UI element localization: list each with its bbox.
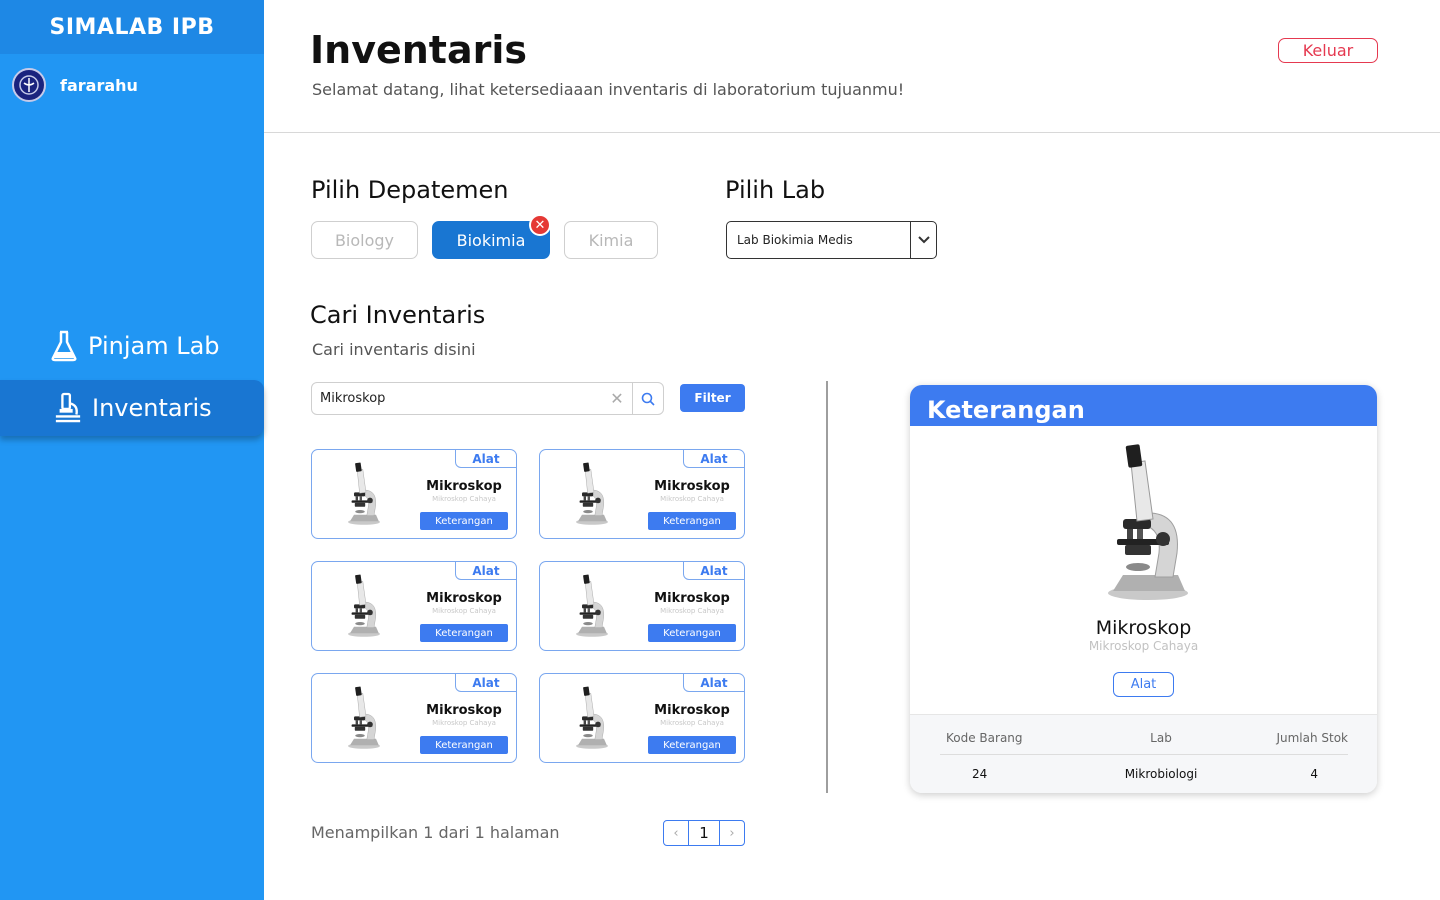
item-type-tag: Alat	[683, 450, 744, 468]
item-name: Mikroskop	[654, 591, 730, 606]
nav-item-pinjam-lab[interactable]: Pinjam Lab	[0, 318, 264, 374]
microscope-image	[342, 462, 382, 526]
username: fararahu	[60, 75, 138, 95]
item-name: Mikroskop	[426, 703, 502, 718]
user-profile[interactable]: fararahu	[12, 68, 138, 102]
inventory-card[interactable]: Alat Mikroskop Mikroskop Cahaya Keterang…	[311, 449, 517, 539]
department-option-biology[interactable]: Biology	[311, 221, 418, 259]
search-subtitle: Cari inventaris disini	[312, 340, 476, 359]
keterangan-button[interactable]: Keterangan	[648, 624, 736, 642]
detail-item-name: Mikroskop	[1095, 617, 1192, 639]
pagination: ‹ 1 ›	[663, 820, 745, 846]
search-input[interactable]	[312, 391, 602, 406]
app-brand: SIMALAB IPB	[0, 0, 264, 54]
column-header-kode-barang: Kode Barang	[946, 731, 1023, 745]
chevron-right-icon[interactable]: ›	[720, 821, 744, 845]
lab-select[interactable]: Lab Biokimia Medis	[726, 221, 937, 259]
lab-select-value: Lab Biokimia Medis	[737, 233, 853, 247]
keterangan-button[interactable]: Keterangan	[648, 512, 736, 530]
item-type-tag: Alat	[683, 562, 744, 580]
search-title: Cari Inventaris	[310, 301, 486, 329]
pagination-current-page[interactable]: 1	[688, 821, 720, 845]
item-subname: Mikroskop Cahaya	[660, 719, 724, 727]
cell-jumlah-stok: 4	[1310, 767, 1318, 781]
inventory-card[interactable]: Alat Mikroskop Mikroskop Cahaya Keterang…	[311, 561, 517, 651]
page-subtitle: Selamat datang, lihat ketersediaaan inve…	[312, 80, 905, 99]
nav-item-inventaris[interactable]: Inventaris	[0, 380, 264, 436]
close-icon[interactable]: ✕	[529, 214, 551, 236]
table-row: 24 Mikrobiologi 4	[940, 767, 1348, 781]
inventory-card[interactable]: Alat Mikroskop Mikroskop Cahaya Keterang…	[539, 673, 745, 763]
department-option-kimia[interactable]: Kimia	[564, 221, 658, 259]
microscope-image	[342, 574, 382, 638]
nav-label-inventaris: Inventaris	[92, 394, 212, 422]
item-type-tag: Alat	[455, 674, 516, 692]
detail-table: Kode Barang Lab Jumlah Stok 24 Mikrobiol…	[910, 714, 1377, 793]
item-name: Mikroskop	[654, 479, 730, 494]
item-type-tag: Alat	[455, 450, 516, 468]
item-subname: Mikroskop Cahaya	[660, 495, 724, 503]
microscope-image	[342, 686, 382, 750]
chevron-down-icon[interactable]	[910, 222, 936, 258]
item-type-tag: Alat	[683, 674, 744, 692]
microscope-image	[570, 686, 610, 750]
cell-kode-barang: 24	[972, 767, 988, 781]
microscope-image	[1093, 443, 1193, 603]
detail-panel: Keterangan Mikroskop Mikroskop Cahaya Al…	[910, 385, 1377, 793]
keterangan-button[interactable]: Keterangan	[420, 736, 508, 754]
column-header-lab: Lab	[1150, 731, 1172, 745]
clear-icon[interactable]: ✕	[602, 389, 632, 408]
search-icon[interactable]	[632, 383, 663, 414]
page-title: Inventaris	[310, 28, 527, 72]
inventory-card[interactable]: Alat Mikroskop Mikroskop Cahaya Keterang…	[311, 673, 517, 763]
ipb-logo-icon	[12, 68, 46, 102]
microscope-icon	[54, 390, 82, 426]
pagination-text: Menampilkan 1 dari 1 halaman	[311, 823, 560, 842]
column-header-jumlah-stok: Jumlah Stok	[1276, 731, 1348, 745]
detail-type-tag: Alat	[1113, 672, 1174, 697]
microscope-image	[570, 462, 610, 526]
detail-table-header: Kode Barang Lab Jumlah Stok	[940, 731, 1348, 755]
item-subname: Mikroskop Cahaya	[660, 607, 724, 615]
page-header: Inventaris Selamat datang, lihat keterse…	[264, 0, 1440, 133]
detail-item-subname: Mikroskop Cahaya	[1088, 639, 1199, 653]
flask-icon	[50, 328, 78, 364]
department-title: Pilih Depatemen	[311, 176, 509, 204]
inventory-card[interactable]: Alat Mikroskop Mikroskop Cahaya Keterang…	[539, 561, 745, 651]
item-name: Mikroskop	[426, 591, 502, 606]
inventory-card[interactable]: Alat Mikroskop Mikroskop Cahaya Keterang…	[539, 449, 745, 539]
filter-button[interactable]: Filter	[680, 384, 745, 412]
detail-title: Keterangan	[910, 385, 1377, 426]
item-name: Mikroskop	[426, 479, 502, 494]
chevron-left-icon[interactable]: ‹	[664, 821, 688, 845]
logout-button[interactable]: Keluar	[1278, 38, 1378, 63]
sidebar: SIMALAB IPB fararahu Pinjam Lab Inventar…	[0, 0, 264, 900]
nav-label-pinjam-lab: Pinjam Lab	[88, 332, 220, 360]
item-name: Mikroskop	[654, 703, 730, 718]
keterangan-button[interactable]: Keterangan	[420, 512, 508, 530]
item-subname: Mikroskop Cahaya	[432, 607, 496, 615]
vertical-divider	[826, 381, 828, 793]
keterangan-button[interactable]: Keterangan	[420, 624, 508, 642]
lab-title: Pilih Lab	[725, 176, 826, 204]
item-subname: Mikroskop Cahaya	[432, 495, 496, 503]
cell-lab: Mikrobiologi	[1124, 767, 1198, 781]
microscope-image	[570, 574, 610, 638]
item-type-tag: Alat	[455, 562, 516, 580]
item-subname: Mikroskop Cahaya	[432, 719, 496, 727]
keterangan-button[interactable]: Keterangan	[648, 736, 736, 754]
search-box: ✕	[311, 382, 664, 415]
